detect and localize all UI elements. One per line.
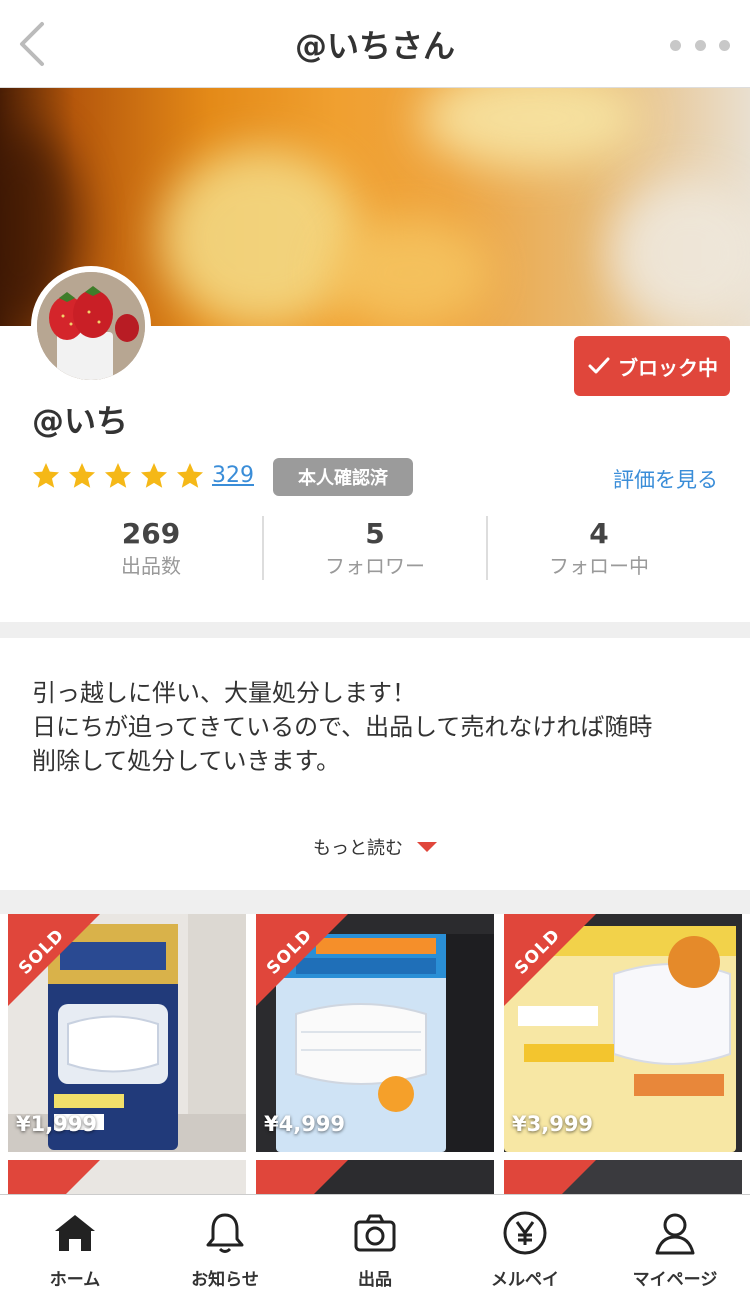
section-divider xyxy=(0,890,750,914)
check-icon xyxy=(588,357,610,374)
star-icon xyxy=(141,463,167,488)
back-button[interactable] xyxy=(14,20,54,68)
nav-home[interactable]: ホーム xyxy=(0,1195,150,1294)
nav-label: お知らせ xyxy=(191,1270,259,1290)
profile-introduction: 引っ越しに伴い、大量処分します！ 日にちが迫ってきているので、出品して売れなけれ… xyxy=(32,676,722,778)
more-options-button[interactable] xyxy=(670,30,730,60)
product-price: ¥3,999 xyxy=(512,1112,594,1136)
star-icon xyxy=(33,463,59,488)
stat-label: フォロワー xyxy=(325,554,425,578)
star-icon xyxy=(69,463,95,488)
nav-mypage[interactable]: マイページ xyxy=(600,1195,750,1294)
nav-sell[interactable]: 出品 xyxy=(300,1195,450,1294)
stat-following[interactable]: 4 フォロー中 xyxy=(486,516,710,580)
camera-icon xyxy=(354,1214,396,1252)
chevron-left-icon xyxy=(20,22,44,66)
caret-down-icon xyxy=(417,842,437,852)
stat-listings[interactable]: 269 出品数 xyxy=(40,516,262,580)
username: @いち xyxy=(32,402,129,440)
bell-icon xyxy=(206,1213,244,1253)
page-title: @いちさん xyxy=(294,26,455,65)
stat-value: 269 xyxy=(121,517,181,550)
bottom-navigation: ホーム お知らせ 出品 メルペイ マイページ xyxy=(0,1194,750,1294)
avatar-image xyxy=(37,272,145,380)
home-icon xyxy=(55,1215,95,1251)
star-icon xyxy=(105,463,131,488)
block-label: ブロック中 xyxy=(618,355,718,380)
yen-icon xyxy=(503,1211,547,1255)
rating-stars xyxy=(30,460,206,492)
section-divider xyxy=(0,622,750,638)
nav-label: マイページ xyxy=(632,1270,718,1290)
product-price: ¥4,999 xyxy=(264,1112,346,1136)
product-price: ¥1,999 xyxy=(16,1112,98,1136)
read-more-button[interactable]: もっと読む xyxy=(0,834,750,860)
star-icon xyxy=(177,463,203,488)
nav-label: 出品 xyxy=(358,1270,392,1290)
product-item[interactable]: SOLD ¥3,999 xyxy=(504,914,742,1152)
intro-line: 引っ越しに伴い、大量処分します！ xyxy=(32,679,416,707)
stat-value: 4 xyxy=(589,517,609,550)
intro-line: 日にちが迫ってきているので、出品して売れなければ随時 xyxy=(32,713,653,741)
stat-value: 5 xyxy=(365,517,385,550)
see-reviews-link[interactable]: 評価を見る xyxy=(613,464,718,494)
stat-label: フォロー中 xyxy=(549,554,649,578)
nav-merpay[interactable]: メルペイ xyxy=(450,1195,600,1294)
nav-label: メルペイ xyxy=(491,1270,559,1290)
profile-stats: 269 出品数 5 フォロワー 4 フォロー中 xyxy=(40,516,710,580)
profile-page: @いちさん ブロック中 @いち 329 本人確認済 評価を見る 269 出品数 … xyxy=(0,0,750,1294)
nav-label: ホーム xyxy=(49,1270,101,1290)
product-grid: SOLD ¥1,999 SOLD ¥4,999 SOLD ¥3,999 xyxy=(0,914,750,1204)
product-item[interactable]: SOLD ¥1,999 xyxy=(8,914,246,1152)
read-more-label: もっと読む xyxy=(313,838,403,859)
intro-line: 削除して処分していきます。 xyxy=(32,747,341,775)
dot-icon xyxy=(719,39,730,51)
person-icon xyxy=(655,1213,695,1255)
dot-icon xyxy=(694,39,706,51)
stat-followers[interactable]: 5 フォロワー xyxy=(262,516,486,580)
stat-label: 出品数 xyxy=(121,554,181,578)
avatar[interactable] xyxy=(31,266,151,386)
verified-badge: 本人確認済 xyxy=(273,458,413,496)
block-status-button[interactable]: ブロック中 xyxy=(574,336,730,396)
dot-icon xyxy=(670,39,681,51)
product-item[interactable]: SOLD ¥4,999 xyxy=(256,914,494,1152)
nav-notifications[interactable]: お知らせ xyxy=(150,1195,300,1294)
rating-count-link[interactable]: 329 xyxy=(212,463,254,488)
top-bar: @いちさん xyxy=(0,0,750,88)
